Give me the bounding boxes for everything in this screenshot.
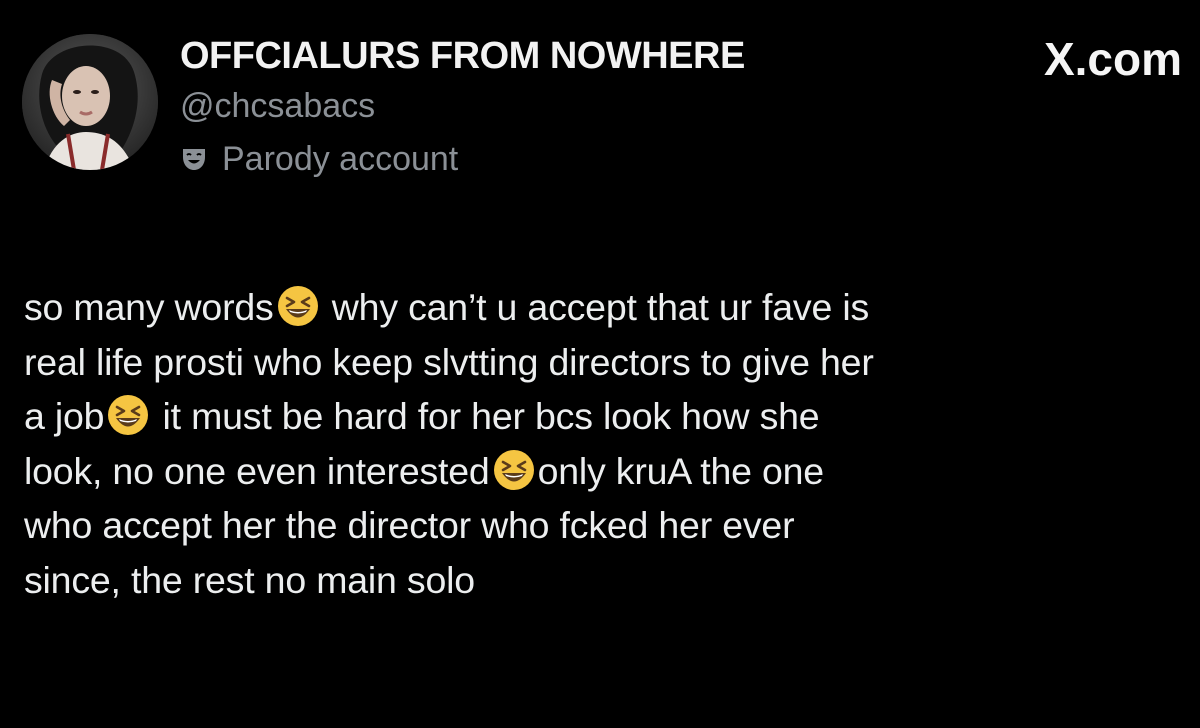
post-text-segment: it must be hard for her bcs look how she: [152, 395, 820, 437]
post-line: who accept her the director who fcked he…: [24, 504, 795, 546]
grinning-squinting-face-emoji: [277, 286, 318, 326]
theater-mask-icon: [183, 149, 205, 170]
grinning-squinting-face-emoji: [493, 449, 534, 490]
post-line: look, no one even interested only kruA th…: [24, 444, 1184, 499]
user-handle[interactable]: @chcsabacs: [180, 82, 745, 130]
parody-label: Parody account: [222, 140, 459, 178]
post-line: so many words why can’t u accept that ur…: [24, 280, 1184, 335]
post-line: a job it must be hard for her bcs look h…: [24, 389, 1184, 444]
account-identity: OFFCIALURS FROM NOWHERE @chcsabacs Parod…: [180, 30, 745, 182]
post-line: real life prosti who keep slvtting direc…: [24, 340, 874, 383]
post-text-segment: only kruA the one: [537, 449, 825, 492]
display-name[interactable]: OFFCIALURS FROM NOWHERE: [180, 30, 745, 82]
grinning-squinting-face-emoji: [108, 395, 149, 435]
avatar[interactable]: [22, 34, 158, 170]
post-header: OFFCIALURS FROM NOWHERE @chcsabacs Parod…: [22, 30, 1182, 180]
post-line: since, the rest no main solo: [24, 558, 475, 601]
post-text-segment: why can’t u accept that ur fave is: [321, 286, 870, 328]
avatar-image: [22, 34, 158, 170]
parody-badge: Parody account: [180, 136, 745, 182]
post-text-segment: so many words: [24, 286, 274, 328]
brand-wordmark: X.com: [1043, 33, 1182, 85]
post-text: so many words why can’t u accept that ur…: [24, 280, 1184, 607]
post-text-segment: a job: [24, 395, 105, 437]
post-text-segment: look, no one even interested: [24, 449, 490, 492]
